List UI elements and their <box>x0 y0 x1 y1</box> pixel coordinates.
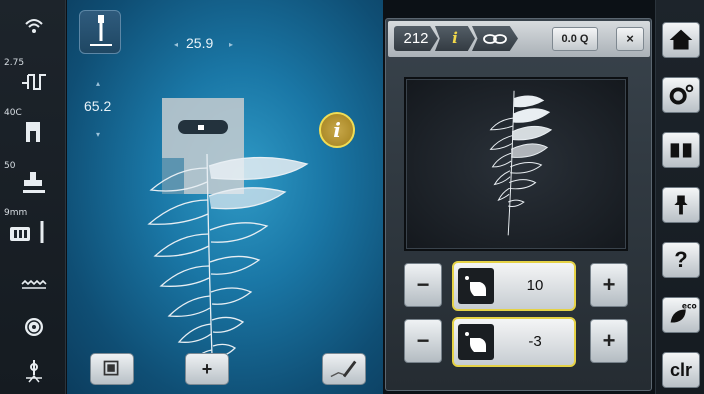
hand-touch-icon <box>458 324 494 360</box>
setup-icon <box>669 84 694 105</box>
offset-field[interactable]: -3 <box>452 317 576 367</box>
wifi-item[interactable] <box>0 8 66 48</box>
tutorial-icon <box>670 143 692 158</box>
tutorial-button[interactable] <box>662 132 700 168</box>
creative-consultant-button[interactable] <box>662 187 700 223</box>
setup-button[interactable] <box>662 77 700 113</box>
width-decrease-arrow[interactable]: ◂ <box>174 40 178 49</box>
bobbin-icon <box>25 318 43 336</box>
presser-foot-label: 40C <box>4 108 22 118</box>
density-minus-button[interactable]: − <box>404 263 442 307</box>
length-decrease-arrow[interactable]: ▾ <box>96 130 100 139</box>
presser-foot-item[interactable]: 40C <box>0 105 66 147</box>
info-button[interactable]: i <box>319 112 355 148</box>
density-field[interactable]: 10 <box>452 261 576 311</box>
feed-dog-icon <box>21 279 47 289</box>
layout-icon <box>103 360 119 376</box>
add-button[interactable]: + <box>185 353 229 385</box>
bobbin-item[interactable] <box>0 310 66 344</box>
right-menu-bar: ? eco clr <box>655 0 704 394</box>
needle-position-item[interactable]: 9mm <box>0 205 66 250</box>
help-button[interactable]: ? <box>662 242 700 278</box>
clear-button[interactable]: clr <box>662 352 700 388</box>
tab-pattern-number[interactable]: 212 <box>394 26 438 51</box>
wifi-icon <box>25 19 43 33</box>
stitch-edit-icon <box>330 360 357 378</box>
stitch-width-label: 2.75 <box>4 58 25 68</box>
width-increase-arrow[interactable]: ▸ <box>229 40 233 49</box>
offset-plus-button[interactable]: + <box>590 319 628 363</box>
left-status-bar: 2.75 40C 50 9mm <box>0 0 66 394</box>
needle-icon <box>90 15 112 46</box>
eco-button[interactable]: eco <box>662 297 700 333</box>
tab-info[interactable]: i <box>435 26 475 51</box>
stitch-width-value[interactable]: 25.9 <box>186 35 213 51</box>
foot-pressure-icon <box>23 172 45 193</box>
pattern-preview <box>404 77 628 251</box>
thread-tension-icon <box>26 360 42 383</box>
density-control-row: − 10 + <box>404 261 628 311</box>
eco-icon: eco <box>670 301 697 323</box>
stitch-width-icon <box>22 74 46 90</box>
panel-header: 212 i 0.0 Q × <box>388 21 650 57</box>
offset-minus-button[interactable]: − <box>404 319 442 363</box>
stitch-length-value[interactable]: 65.2 <box>84 98 111 114</box>
thread-tension-item[interactable] <box>0 355 66 391</box>
stitch-width-item[interactable]: 2.75 <box>0 55 66 97</box>
stitch-canvas[interactable]: ◂ 25.9 ▸ ▴ 65.2 ▾ i + <box>67 0 383 394</box>
needle-position-label: 9mm <box>4 208 28 218</box>
density-plus-button[interactable]: + <box>590 263 628 307</box>
foot-pressure-label: 50 <box>4 161 16 171</box>
close-button[interactable]: × <box>616 27 644 51</box>
layout-button[interactable] <box>90 353 134 385</box>
foot-pressure-item[interactable]: 50 <box>0 158 66 200</box>
feed-dog-item[interactable] <box>0 270 66 300</box>
offset-control-row: − -3 + <box>404 317 628 367</box>
eco-label: eco <box>682 301 697 310</box>
hand-touch-icon <box>458 268 494 304</box>
presser-foot-icon <box>26 122 40 142</box>
zoom-button[interactable]: 0.0 Q <box>552 27 598 51</box>
fern-stitch-pattern <box>147 153 309 385</box>
length-increase-arrow[interactable]: ▴ <box>96 79 100 88</box>
fern-preview-graphic <box>489 90 553 236</box>
home-icon <box>669 29 693 50</box>
offset-value: -3 <box>528 333 542 350</box>
creative-consultant-icon <box>674 195 688 215</box>
sequence-icon <box>483 34 507 44</box>
stitch-edit-button[interactable] <box>322 353 366 385</box>
home-button[interactable] <box>662 22 700 58</box>
needle-stop-button[interactable] <box>79 10 121 54</box>
pattern-info-panel: 212 i 0.0 Q × − 10 + − -3 + <box>385 18 652 391</box>
tab-sequence[interactable] <box>472 26 518 51</box>
needle-position-icon <box>10 221 44 243</box>
density-value: 10 <box>526 277 544 294</box>
